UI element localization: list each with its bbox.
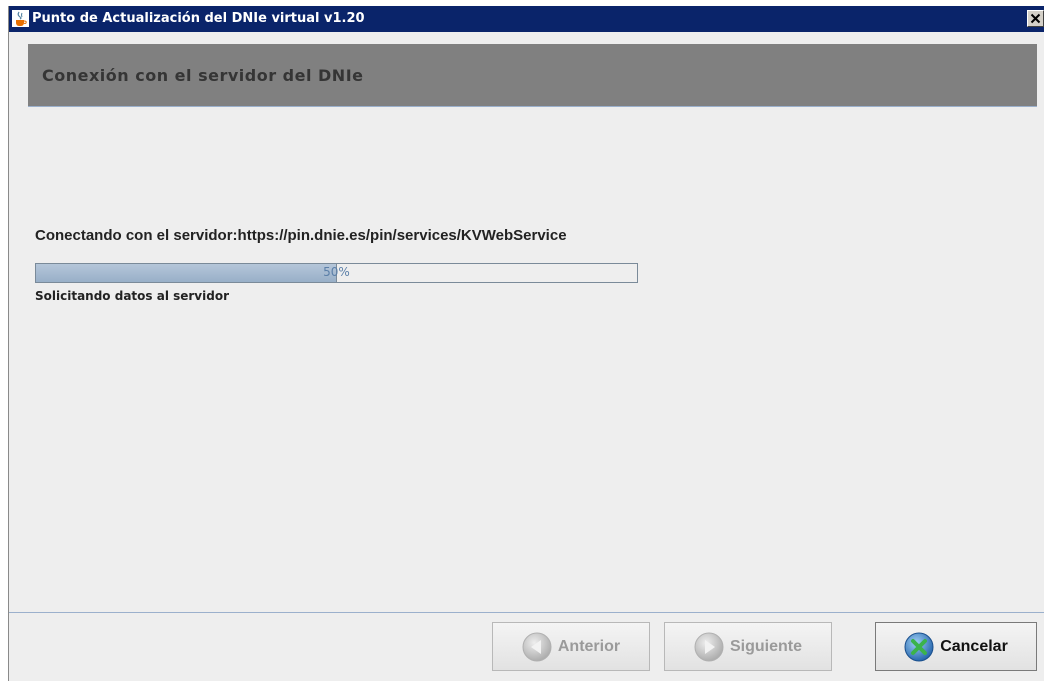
close-button[interactable] xyxy=(1027,10,1044,27)
title-bar[interactable]: Punto de Actualización del DNIe virtual … xyxy=(9,6,1044,32)
cancel-button[interactable]: Cancelar xyxy=(875,622,1037,671)
header-banner: Conexión con el servidor del DNIe xyxy=(28,44,1037,107)
previous-button-label: Anterior xyxy=(557,637,621,655)
close-icon xyxy=(1030,13,1041,24)
next-button-label: Siguiente xyxy=(729,637,802,655)
progress-label: 50% xyxy=(323,265,350,279)
progress-bar: 50% xyxy=(35,263,638,283)
app-window: Punto de Actualización del DNIe virtual … xyxy=(8,6,1044,681)
page-title: Conexión con el servidor del DNIe xyxy=(42,66,364,85)
previous-button[interactable]: Anterior xyxy=(492,622,650,671)
connecting-label: Conectando con el servidor:https://pin.d… xyxy=(35,227,567,244)
footer-divider xyxy=(9,612,1044,613)
java-cup-icon xyxy=(12,10,29,27)
cancel-button-label: Cancelar xyxy=(940,637,1008,655)
arrow-right-icon xyxy=(694,632,724,661)
cancel-x-icon xyxy=(904,632,934,661)
next-button[interactable]: Siguiente xyxy=(664,622,832,671)
status-text: Solicitando datos al servidor xyxy=(35,289,229,303)
window-title: Punto de Actualización del DNIe virtual … xyxy=(32,11,365,26)
arrow-left-icon xyxy=(522,632,552,661)
